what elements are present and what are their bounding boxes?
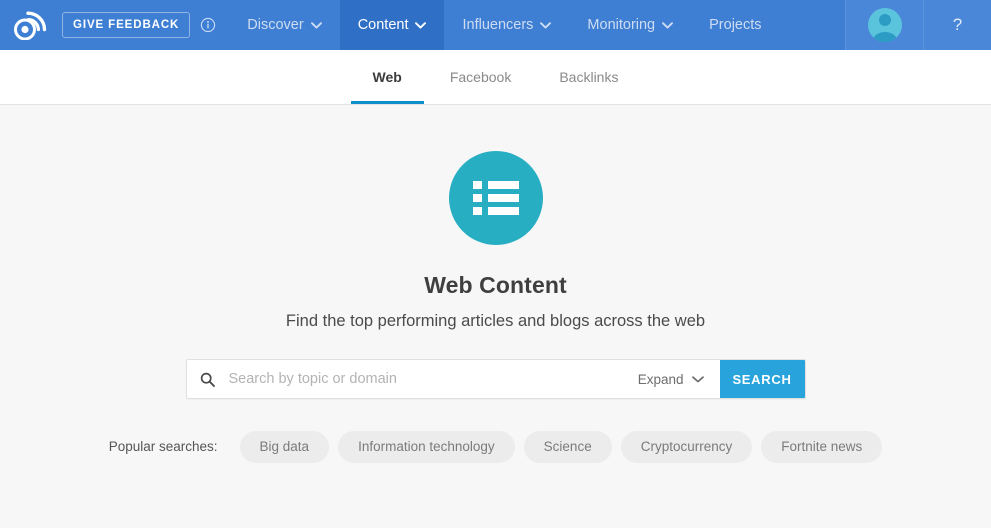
buzzsumo-rss-logo xyxy=(14,11,47,40)
expand-label: Expand xyxy=(637,371,684,387)
popular-searches-label: Popular searches: xyxy=(108,439,218,455)
primary-nav: Discover Content Influencers Monitoring xyxy=(229,0,779,50)
nav-item-influencers[interactable]: Influencers xyxy=(444,0,569,50)
give-feedback-button[interactable]: GIVE FEEDBACK xyxy=(62,11,191,39)
help-button[interactable]: ? xyxy=(924,0,991,50)
nav-item-label: Influencers xyxy=(462,17,534,33)
page-subtitle: Find the top performing articles and blo… xyxy=(285,312,706,330)
nav-item-label: Content xyxy=(357,17,409,33)
content-type-tabs: Web Facebook Backlinks xyxy=(0,50,991,105)
nav-item-label: Monitoring xyxy=(587,17,656,33)
search-icon[interactable] xyxy=(187,360,229,398)
avatar-head xyxy=(878,14,891,26)
user-account-button[interactable] xyxy=(845,0,924,50)
popular-chip-cryptocurrency[interactable]: Cryptocurrency xyxy=(620,431,753,463)
main-content: Web Content Find the top performing arti… xyxy=(0,105,991,528)
tab-backlinks[interactable]: Backlinks xyxy=(535,50,642,104)
chevron-down-icon xyxy=(310,21,322,29)
user-avatar-icon xyxy=(867,8,902,42)
nav-item-projects[interactable]: Projects xyxy=(691,0,779,50)
tab-label: Backlinks xyxy=(559,69,619,85)
chevron-down-icon xyxy=(415,21,427,29)
expand-dropdown[interactable]: Expand xyxy=(628,360,720,398)
nav-item-discover[interactable]: Discover xyxy=(229,0,339,50)
tab-label: Facebook xyxy=(449,69,512,85)
nav-item-label: Discover xyxy=(247,17,304,33)
app-logo[interactable] xyxy=(0,0,62,50)
popular-chip-information-technology[interactable]: Information technology xyxy=(338,431,515,463)
search-button[interactable]: SEARCH xyxy=(719,360,805,398)
tab-web[interactable]: Web xyxy=(349,50,426,104)
search-bar: Expand SEARCH xyxy=(185,359,806,399)
list-view-icon xyxy=(472,181,519,215)
hero-icon-circle xyxy=(448,151,543,245)
chevron-down-icon xyxy=(691,375,704,382)
popular-chip-science[interactable]: Science xyxy=(523,431,612,463)
chevron-down-icon xyxy=(662,21,674,29)
page-title: Web Content xyxy=(424,272,567,298)
popular-searches: Popular searches: Big data Information t… xyxy=(109,431,883,463)
search-input[interactable] xyxy=(228,360,628,398)
popular-chip-big-data[interactable]: Big data xyxy=(239,431,330,463)
chevron-down-icon xyxy=(540,21,552,29)
top-navbar: GIVE FEEDBACK Discover Content Influence… xyxy=(0,0,991,50)
tab-facebook[interactable]: Facebook xyxy=(426,50,535,104)
nav-item-content[interactable]: Content xyxy=(339,0,445,50)
avatar-body xyxy=(872,32,897,42)
navbar-spacer xyxy=(780,0,845,50)
nav-item-monitoring[interactable]: Monitoring xyxy=(569,0,691,50)
tab-label: Web xyxy=(372,69,402,85)
info-circle-icon[interactable] xyxy=(200,17,216,33)
popular-chip-fortnite-news[interactable]: Fortnite news xyxy=(761,431,883,463)
nav-item-label: Projects xyxy=(709,17,762,33)
